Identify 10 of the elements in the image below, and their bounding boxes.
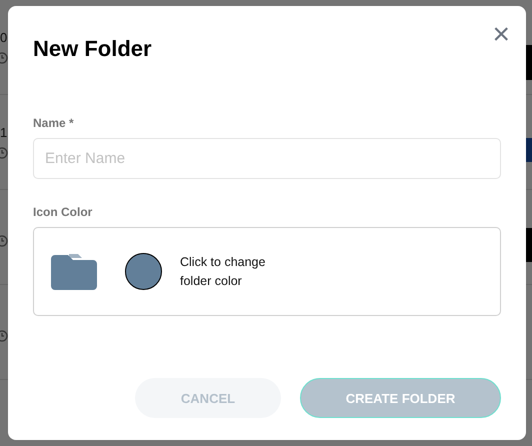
field-label: Icon Color <box>33 204 92 222</box>
field-label: Name * <box>33 115 74 132</box>
row-label: 1 <box>0 126 8 138</box>
name-field[interactable]: Enter Name <box>33 138 501 180</box>
color-swatch[interactable] <box>125 253 162 290</box>
close-button[interactable]: × <box>492 20 510 50</box>
hint-text: Click to change folder color <box>180 254 266 290</box>
row-label: 0 <box>0 30 8 44</box>
dialog-title: New Folder <box>33 36 153 62</box>
color-picker-card[interactable]: Click to change folder color <box>33 227 501 316</box>
